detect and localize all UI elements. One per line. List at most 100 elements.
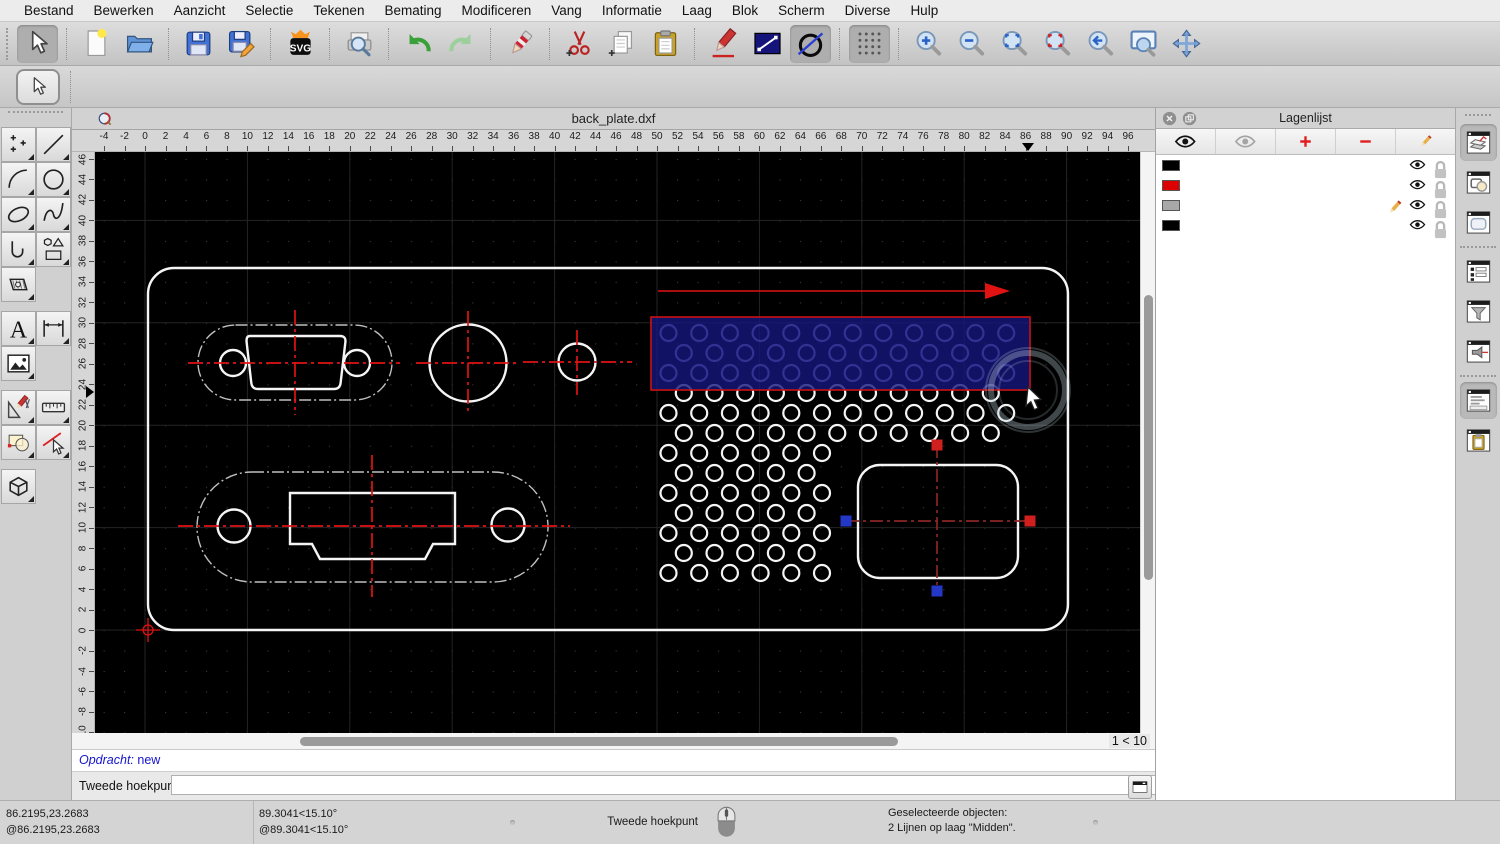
menu-modificeren[interactable]: Modificeren	[452, 3, 542, 18]
select-button[interactable]	[17, 24, 58, 63]
new-file-button[interactable]	[76, 25, 117, 63]
tool-modify-button[interactable]	[0, 390, 36, 425]
menu-scherm[interactable]: Scherm	[768, 3, 835, 18]
toolbar-drag-handle[interactable]	[6, 27, 10, 60]
drawing-canvas[interactable]	[95, 152, 1140, 733]
tool-measure-button[interactable]	[35, 390, 71, 425]
layer-color-swatch[interactable]	[1162, 219, 1180, 231]
cad-drawing[interactable]	[95, 152, 1140, 733]
layer-lock-toggle[interactable]	[1432, 179, 1449, 198]
zoom-auto-button[interactable]	[994, 25, 1035, 63]
cut-button[interactable]	[559, 25, 600, 63]
command-panel-toggle-button[interactable]	[1459, 382, 1497, 419]
tool-hatch-button[interactable]	[0, 267, 36, 302]
tool-box3d-button[interactable]	[0, 469, 36, 504]
undo-button[interactable]	[398, 25, 439, 63]
menu-selectie[interactable]: Selectie	[235, 3, 303, 18]
menu-tekenen[interactable]: Tekenen	[303, 3, 374, 18]
tool-circle-button[interactable]	[35, 162, 71, 197]
svg-export-button[interactable]: SVG	[280, 25, 321, 63]
layer-row-midden[interactable]	[1156, 175, 1455, 198]
layer-row-ventilatie[interactable]	[1156, 215, 1455, 238]
tool-image-button[interactable]	[0, 346, 36, 381]
menu-diverse[interactable]: Diverse	[835, 3, 901, 18]
remove-layer-button[interactable]	[1336, 129, 1396, 154]
layer-lock-toggle[interactable]	[1432, 159, 1449, 178]
zoom-window-button[interactable]	[1123, 25, 1164, 63]
edit-layer-button[interactable]	[1396, 129, 1455, 154]
grid-toggle-button[interactable]	[849, 24, 890, 63]
zoom-selection-button[interactable]	[1037, 25, 1078, 63]
command-input[interactable]	[171, 775, 1193, 795]
menu-hulp[interactable]: Hulp	[900, 3, 948, 18]
circle-line-tool-button[interactable]	[790, 24, 831, 63]
menu-informatie[interactable]: Informatie	[592, 3, 672, 18]
draw-pencil-button[interactable]	[704, 25, 745, 63]
hide-all-layers-button[interactable]	[1216, 129, 1276, 154]
selection-tool-button[interactable]	[16, 68, 60, 105]
layer-visibility-toggle[interactable]	[1409, 159, 1426, 172]
zoom-pan-button[interactable]	[1166, 25, 1207, 63]
menu-blok[interactable]: Blok	[722, 3, 768, 18]
tool-arc-button[interactable]	[0, 162, 36, 197]
layer-color-swatch[interactable]	[1162, 159, 1180, 171]
menu-aanzicht[interactable]: Aanzicht	[164, 3, 236, 18]
ruler-label: 34	[77, 276, 89, 288]
tool-ellipse-button[interactable]	[0, 197, 36, 232]
print-preview-button[interactable]	[339, 25, 380, 63]
zoom-previous-button[interactable]	[1080, 25, 1121, 63]
command-panel-toggle-button[interactable]	[1128, 775, 1152, 799]
tool-select-entity-button[interactable]	[35, 425, 71, 460]
menu-bestand[interactable]: Bestand	[14, 3, 84, 18]
views-panel-toggle-button[interactable]	[1460, 204, 1497, 241]
tool-shapes-button[interactable]	[35, 232, 71, 267]
menu-bemating[interactable]: Bemating	[374, 3, 451, 18]
dock-drag-handle[interactable]	[1465, 114, 1491, 120]
vertical-scrollbar[interactable]	[1140, 152, 1155, 733]
ruler-tick	[964, 146, 966, 151]
menu-laag[interactable]: Laag	[672, 3, 722, 18]
redo-button[interactable]	[441, 25, 482, 63]
tool-line-button[interactable]	[35, 127, 71, 162]
open-file-button[interactable]	[119, 25, 160, 63]
tool-dimension-button[interactable]	[35, 311, 71, 346]
paste-button[interactable]	[645, 25, 686, 63]
horizontal-scrollbar[interactable]: 1 < 10	[72, 733, 1155, 750]
properties-panel-toggle-button[interactable]	[1460, 253, 1497, 290]
layer-visibility-toggle[interactable]	[1409, 199, 1426, 212]
layer-color-swatch[interactable]	[1162, 199, 1180, 211]
zoom-in-button[interactable]	[908, 25, 949, 63]
menu-bewerken[interactable]: Bewerken	[84, 3, 164, 18]
layer-visibility-toggle[interactable]	[1409, 179, 1426, 192]
layer-row-terug[interactable]	[1156, 195, 1455, 218]
tool-blocks-button[interactable]	[0, 425, 36, 460]
horizontal-scrollbar-thumb[interactable]	[300, 736, 898, 746]
tool-text-button[interactable]: A	[0, 311, 36, 346]
menu-vang[interactable]: Vang	[541, 3, 592, 18]
layer-visibility-toggle[interactable]	[1409, 219, 1426, 232]
tool-points-button[interactable]	[0, 127, 36, 162]
show-all-layers-button[interactable]	[1156, 129, 1216, 154]
layer-color-swatch[interactable]	[1162, 179, 1180, 191]
delete-entity-button[interactable]	[500, 25, 541, 63]
blocks-panel-toggle-button[interactable]	[1460, 164, 1497, 201]
ruler-tick	[329, 146, 331, 151]
layer-lock-toggle[interactable]	[1432, 199, 1449, 218]
library-panel-toggle-button[interactable]	[1460, 333, 1497, 370]
layer-row-0[interactable]	[1156, 155, 1455, 178]
layers-panel-toggle-button[interactable]	[1459, 124, 1497, 161]
filter-panel-toggle-button[interactable]	[1460, 293, 1497, 330]
layer-lock-toggle[interactable]	[1432, 219, 1449, 238]
tool-polyline-button[interactable]	[0, 232, 36, 267]
palette-drag-handle[interactable]	[8, 111, 63, 125]
zoom-out-button[interactable]	[951, 25, 992, 63]
clipboard-panel-toggle-button[interactable]	[1460, 422, 1497, 459]
toolbar-separator	[168, 27, 170, 60]
vertical-scrollbar-thumb[interactable]	[1143, 295, 1153, 580]
save-button[interactable]	[178, 25, 219, 63]
copy-button[interactable]	[602, 25, 643, 63]
line-tool-button[interactable]	[747, 25, 788, 63]
add-layer-button[interactable]	[1276, 129, 1336, 154]
tool-spline-button[interactable]	[35, 197, 71, 232]
save-as-button[interactable]	[221, 25, 262, 63]
